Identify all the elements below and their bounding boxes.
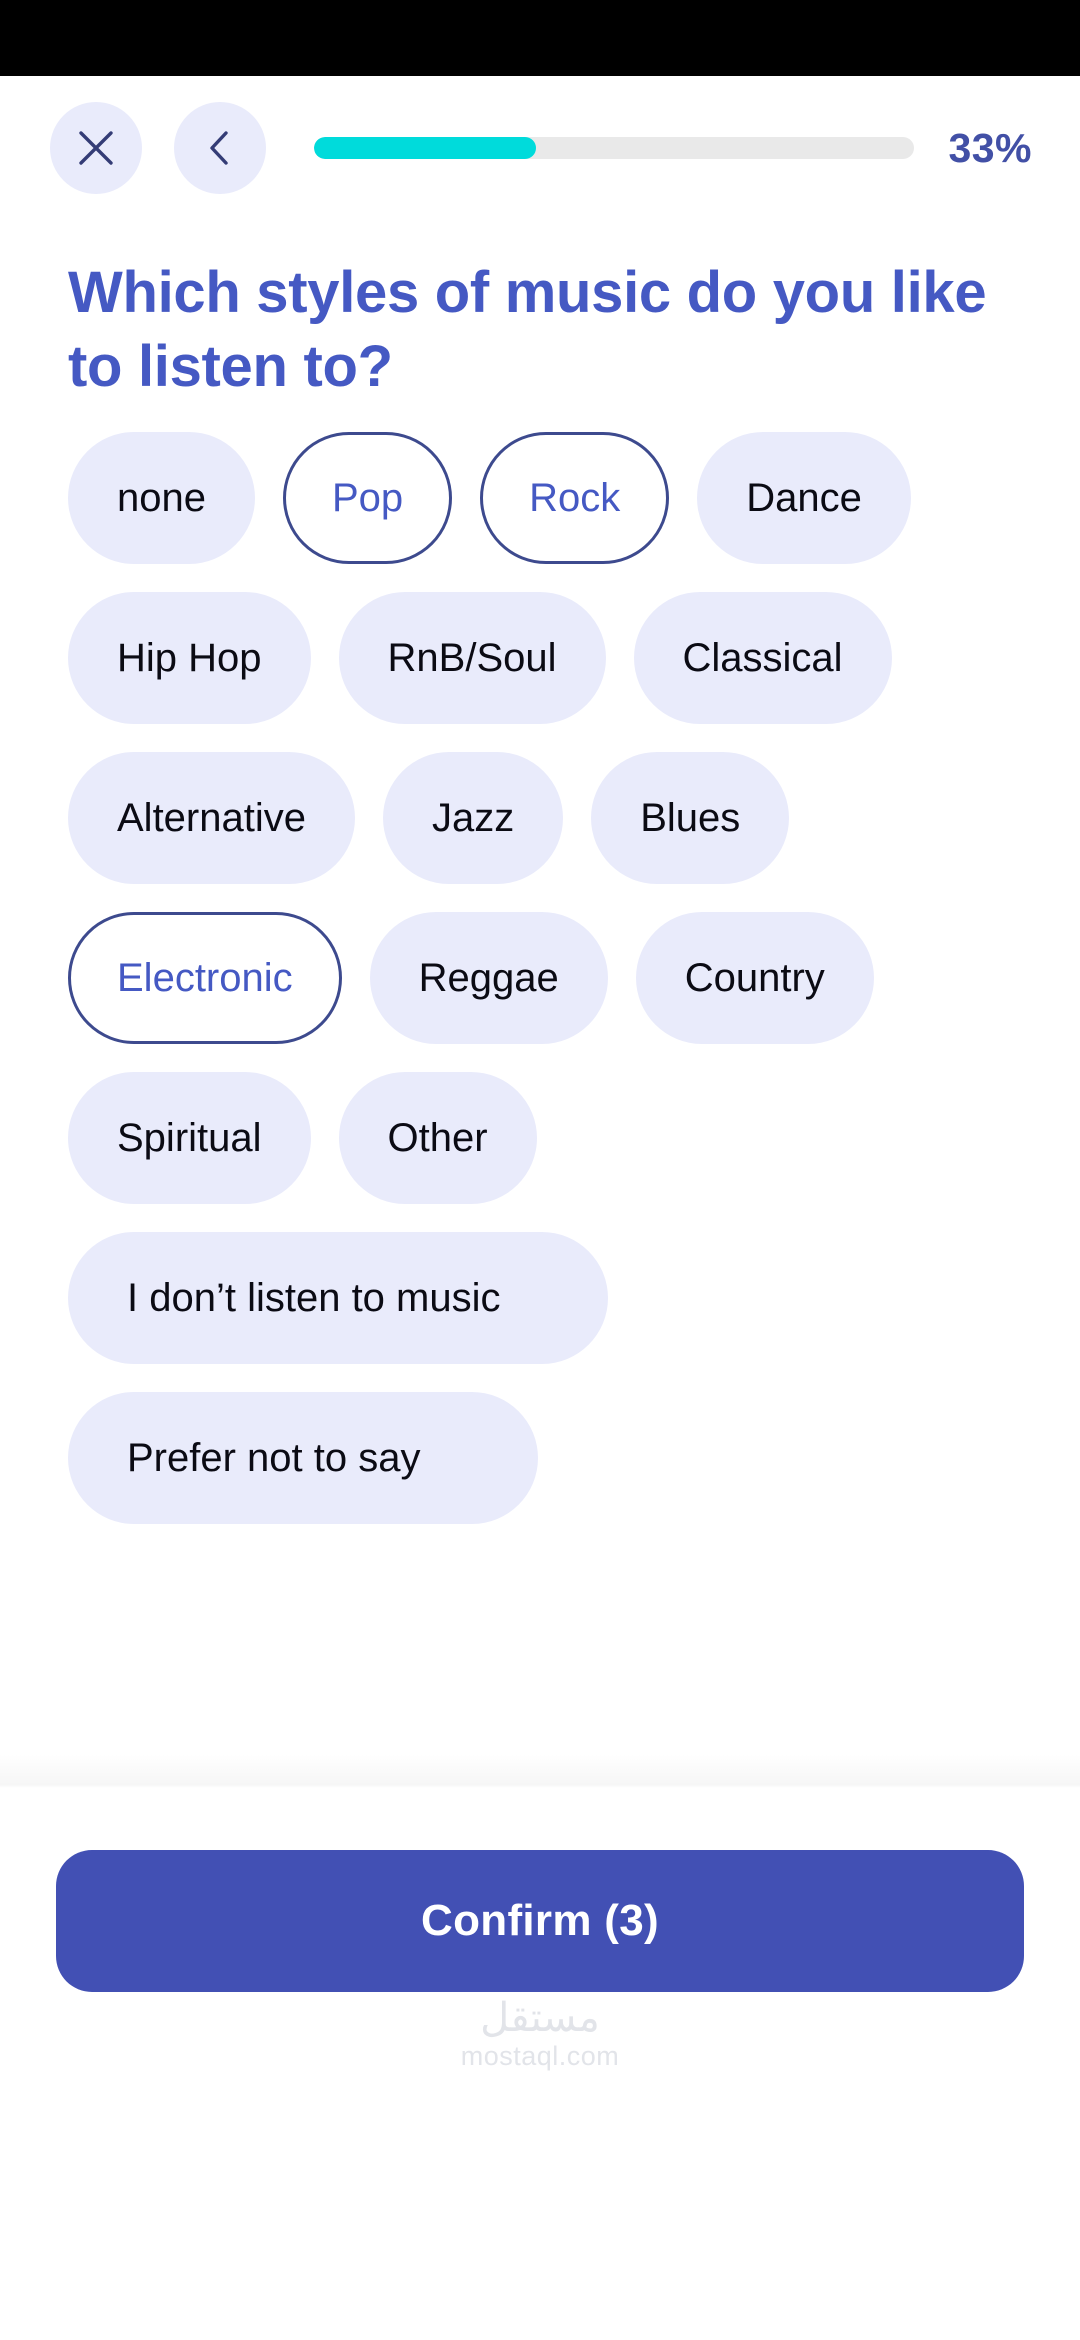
progress-track [314, 137, 915, 159]
option-chip-label: Dance [746, 475, 862, 520]
chevron-left-icon [200, 128, 240, 168]
bottom-spacer [0, 2110, 1080, 2340]
option-chip[interactable]: Spiritual [68, 1072, 311, 1205]
option-chip-label: Electronic [117, 955, 293, 1000]
close-icon [76, 128, 116, 168]
option-chip-label: Classical [682, 635, 843, 680]
option-chip-label: Prefer not to say [127, 1435, 421, 1480]
option-chip[interactable]: Other [338, 1072, 537, 1205]
option-chip[interactable]: Rock [480, 432, 670, 565]
app-screen: 33% Which styles of music do you like to… [0, 0, 1080, 2340]
option-chip[interactable]: Prefer not to say [68, 1392, 538, 1525]
progress-percent-label: 33% [948, 124, 1032, 171]
option-chip[interactable]: Jazz [382, 752, 564, 885]
option-chip[interactable]: Classical [633, 592, 892, 725]
option-chip[interactable]: Dance [697, 432, 911, 565]
option-chip[interactable]: Alternative [68, 752, 355, 885]
option-chip-label: Pop [331, 475, 404, 520]
footer-divider [0, 1754, 1080, 1789]
survey-header: 33% [0, 76, 1080, 194]
option-chip-label: none [117, 475, 206, 520]
back-button[interactable] [174, 102, 266, 194]
option-chip[interactable]: Hip Hop [68, 592, 311, 725]
option-chip[interactable]: Pop [282, 432, 453, 565]
watermark: مستقل mostaql.com [0, 1992, 1080, 2110]
option-chip-label: Other [387, 1115, 488, 1160]
progress-bar [314, 136, 915, 160]
option-chip-label: I don’t listen to music [127, 1275, 501, 1320]
option-chip[interactable]: Reggae [369, 912, 608, 1045]
music-style-options: none Pop Rock Dance Hip Hop RnB/Soul Classical… [0, 432, 1080, 1754]
option-chip-label: Hip Hop [117, 635, 262, 680]
close-button[interactable] [50, 102, 142, 194]
option-chip[interactable]: I don’t listen to music [68, 1232, 608, 1365]
watermark-domain-text: mostaql.com [460, 2041, 620, 2072]
confirm-button[interactable]: Confirm (3) [56, 1850, 1024, 1993]
option-chip-label: Rock [529, 475, 621, 520]
option-chip[interactable]: none [68, 432, 255, 565]
page-title: Which styles of music do you like to lis… [68, 260, 987, 400]
footer: Confirm (3) [0, 1788, 1080, 1993]
option-chip-label: Reggae [418, 955, 559, 1000]
option-chip-label: Blues [640, 795, 741, 840]
option-chip[interactable]: Blues [591, 752, 790, 885]
option-chip-label: Alternative [117, 795, 306, 840]
system-status-bar [0, 0, 1080, 76]
progress-fill [314, 137, 537, 159]
option-chip-label: Jazz [431, 795, 515, 840]
option-chip[interactable]: Electronic [68, 912, 342, 1045]
option-chip-label: RnB/Soul [387, 635, 557, 680]
option-chip-label: Country [684, 955, 825, 1000]
option-chip[interactable]: RnB/Soul [338, 592, 606, 725]
option-chip-label: Spiritual [117, 1115, 262, 1160]
watermark-arabic-text: مستقل [480, 1996, 600, 2041]
option-chip[interactable]: Country [635, 912, 874, 1045]
